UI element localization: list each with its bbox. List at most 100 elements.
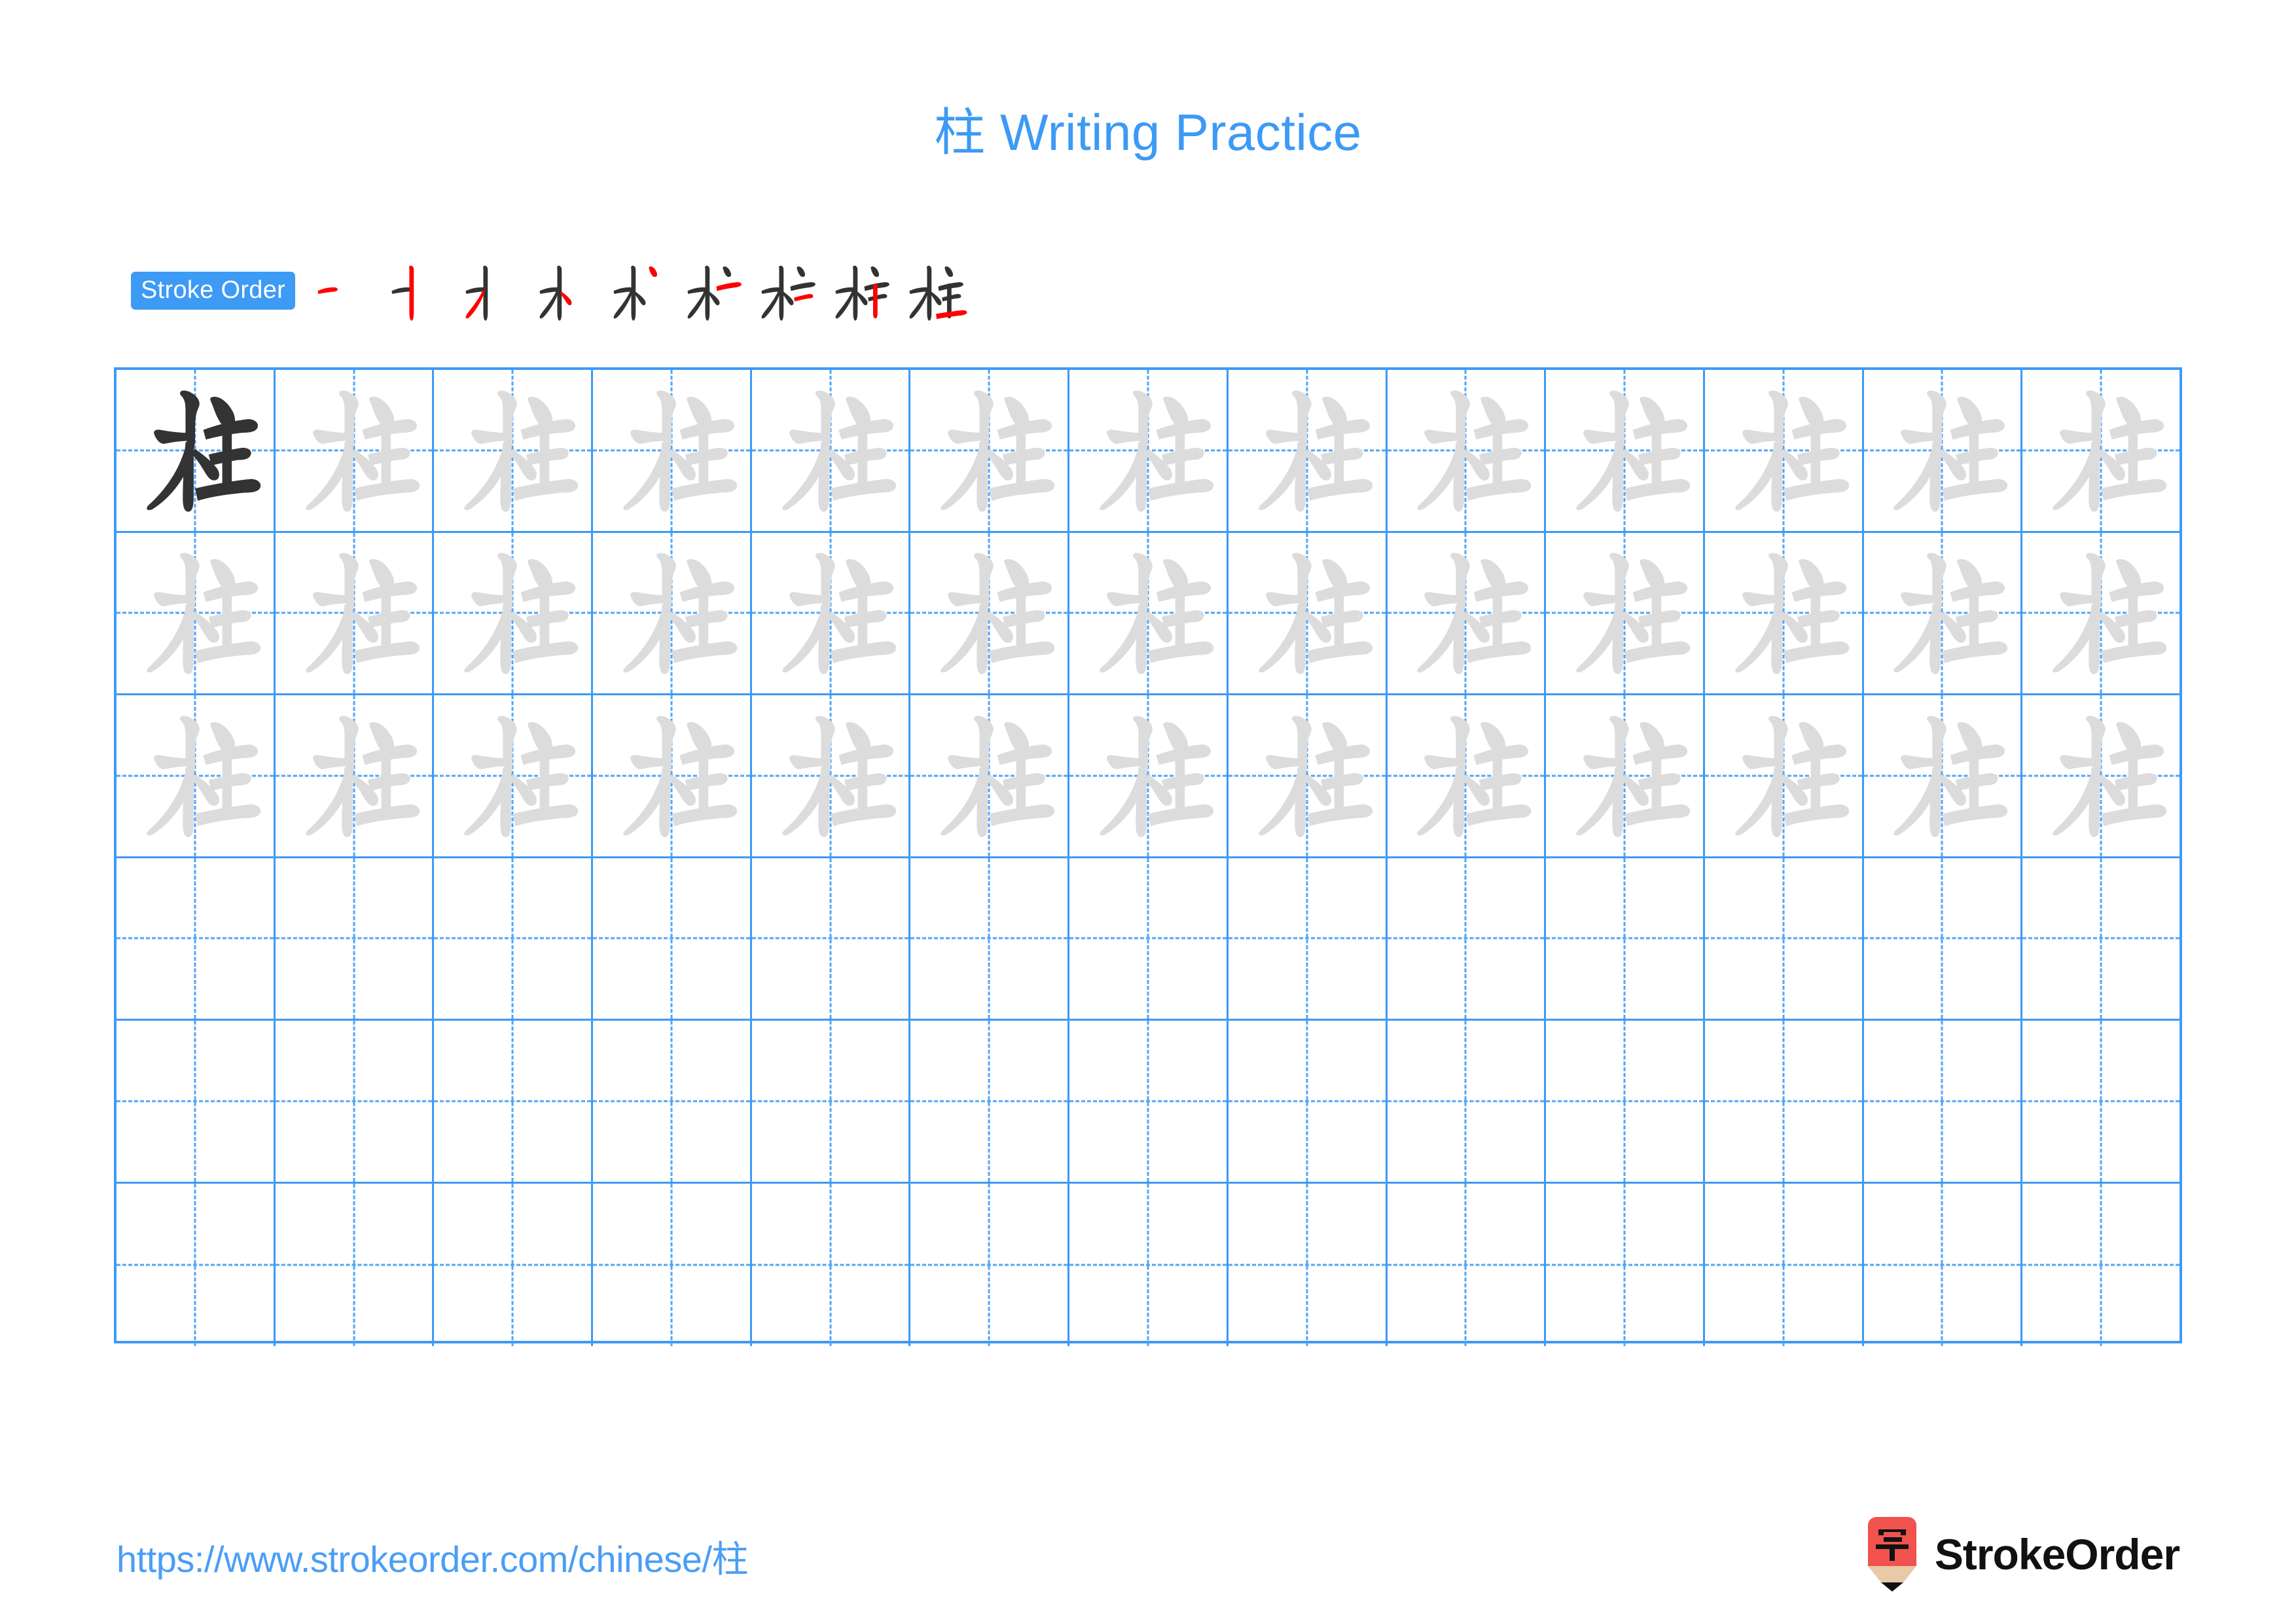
practice-grid-cell-empty[interactable] [910,1183,1070,1346]
practice-grid-cell-empty[interactable] [117,858,276,1019]
practice-grid-cell-empty[interactable] [593,1021,752,1182]
practice-grid-cell-trace[interactable] [276,695,435,856]
practice-grid-cell-trace[interactable] [593,370,752,531]
practice-grid-cell-trace[interactable] [2022,533,2179,694]
character-trace-glyph [117,533,274,694]
practice-grid-cell-empty[interactable] [117,1021,276,1182]
practice-grid-cell-trace[interactable] [434,370,594,531]
character-trace-glyph [1229,533,1386,694]
practice-grid-cell-empty[interactable] [1229,858,1388,1019]
practice-grid-cell-trace[interactable] [276,532,435,694]
practice-grid-cell-trace[interactable] [117,532,276,694]
practice-grid-cell-trace[interactable] [1229,532,1388,694]
practice-grid-cell-empty[interactable] [752,1183,911,1346]
character-trace-glyph [1705,695,1862,856]
practice-grid-cell-trace[interactable] [1069,695,1229,856]
practice-grid-cell-empty[interactable] [593,1183,752,1346]
practice-grid-cell-empty[interactable] [1229,1021,1388,1182]
practice-grid-cell-trace[interactable] [593,532,752,693]
practice-grid-cell-empty[interactable] [117,1183,276,1346]
practice-grid-cell-trace[interactable] [910,532,1070,694]
practice-grid-cell-trace[interactable] [1705,370,1864,531]
practice-grid-cell-trace[interactable] [276,370,435,531]
practice-grid-cell-empty[interactable] [276,1021,435,1182]
character-trace-glyph [1864,370,2021,531]
character-trace-glyph [117,695,274,856]
practice-grid-cell-empty[interactable] [1864,1183,2023,1346]
practice-grid-cell-empty[interactable] [1705,1021,1864,1182]
practice-grid-cell-empty[interactable] [2022,858,2179,1019]
character-trace-glyph [434,533,591,694]
practice-grid-row [117,1021,2179,1184]
character-trace-glyph [910,533,1067,694]
practice-grid-cell-empty[interactable] [1388,1183,1547,1346]
practice-grid-cell-empty[interactable] [1864,1021,2023,1182]
practice-grid-cell-empty[interactable] [2022,1184,2179,1347]
practice-grid-cell-empty[interactable] [434,858,594,1019]
practice-grid-cell-empty[interactable] [1864,858,2023,1019]
practice-grid-cell-trace[interactable] [1546,532,1705,693]
character-trace-glyph [434,370,591,531]
character-trace-glyph [2022,695,2179,856]
practice-grid-cell-empty[interactable] [910,858,1070,1019]
character-trace-glyph [1069,695,1227,856]
stroke-step-4 [526,254,600,328]
practice-grid-cell-dark[interactable] [117,370,276,531]
practice-grid-cell-empty[interactable] [1069,1183,1229,1346]
practice-grid-cell-empty[interactable] [1705,858,1864,1019]
practice-grid-cell-trace[interactable] [434,695,594,856]
practice-grid-cell-empty[interactable] [593,858,752,1019]
practice-grid-cell-trace[interactable] [1546,370,1705,531]
practice-grid-cell-trace[interactable] [1229,370,1388,531]
practice-grid-cell-empty[interactable] [910,1021,1070,1182]
practice-grid-cell-trace[interactable] [1069,532,1229,693]
practice-grid-cell-trace[interactable] [752,695,911,856]
practice-grid-cell-empty[interactable] [1069,858,1229,1019]
footer-url[interactable]: https://www.strokeorder.com/chinese/柱 [117,1530,749,1583]
practice-grid-cell-empty[interactable] [276,1183,435,1346]
practice-grid-cell-trace[interactable] [1864,532,2023,693]
character-trace-glyph [1388,533,1545,694]
practice-grid-cell-empty[interactable] [276,858,435,1019]
practice-grid-cell-trace[interactable] [752,532,911,693]
practice-grid-cell-trace[interactable] [1705,532,1864,693]
practice-grid-cell-trace[interactable] [1229,695,1388,856]
practice-grid-cell-empty[interactable] [1546,1183,1705,1346]
practice-grid-cell-empty[interactable] [434,1183,594,1346]
practice-grid-cell-trace[interactable] [752,370,911,531]
character-trace-glyph [2022,370,2179,531]
stroke-order-badge: Stroke Order [131,272,296,310]
practice-grid-cell-trace[interactable] [1069,370,1229,531]
page-title-character: 柱 [934,103,986,162]
practice-grid-cell-trace[interactable] [1388,532,1547,694]
practice-grid-cell-empty[interactable] [1705,1183,1864,1346]
practice-grid-cell-trace[interactable] [1546,695,1705,856]
practice-grid-cell-empty[interactable] [1546,858,1705,1019]
practice-grid-cell-trace[interactable] [434,532,594,694]
character-trace-glyph [434,695,591,856]
practice-grid-cell-trace[interactable] [2022,695,2179,856]
practice-grid-cell-trace[interactable] [593,695,752,856]
practice-grid-cell-empty[interactable] [1546,1021,1705,1182]
practice-grid-cell-trace[interactable] [1864,370,2023,531]
character-trace-glyph [276,533,433,694]
practice-grid-cell-trace[interactable] [117,695,276,856]
practice-grid-cell-empty[interactable] [1069,1021,1229,1182]
practice-grid-cell-empty[interactable] [434,1021,594,1182]
character-trace-glyph [910,370,1067,531]
practice-grid-cell-empty[interactable] [1388,1021,1547,1182]
practice-grid-cell-empty[interactable] [752,1021,911,1182]
practice-grid-cell-trace[interactable] [1705,695,1864,856]
practice-grid-cell-trace[interactable] [910,370,1070,531]
practice-grid-cell-trace[interactable] [1388,370,1547,531]
practice-grid-cell-empty[interactable] [2022,1021,2179,1182]
page-title-text: Writing Practice [985,103,1362,161]
practice-grid-cell-empty[interactable] [1229,1183,1388,1346]
footer-logo[interactable]: StrokeOrder [1864,1516,2180,1592]
practice-grid-cell-trace[interactable] [1864,695,2023,856]
practice-grid-cell-trace[interactable] [2022,370,2179,531]
practice-grid-cell-empty[interactable] [1388,858,1547,1019]
practice-grid-cell-trace[interactable] [910,695,1070,856]
practice-grid-cell-empty[interactable] [752,858,911,1019]
practice-grid-cell-trace[interactable] [1388,695,1547,856]
